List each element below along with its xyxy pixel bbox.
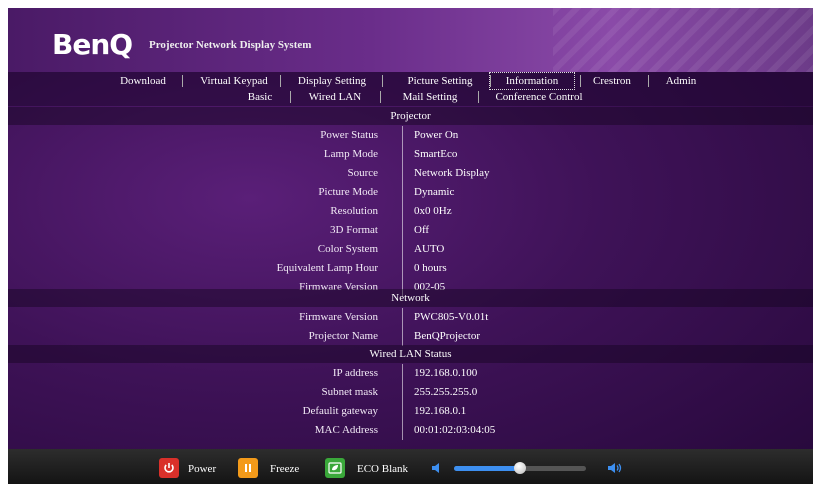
info-value: Network Display <box>414 167 490 179</box>
info-value: BenQProjector <box>414 330 480 342</box>
info-label: MAC Address <box>314 424 378 436</box>
info-label: Power Status <box>320 129 378 141</box>
info-label: Lamp Mode <box>323 148 378 160</box>
info-label: Source <box>347 167 378 179</box>
tab-divider <box>382 75 383 87</box>
tab-divider <box>648 75 649 87</box>
volume-slider[interactable] <box>454 462 586 474</box>
info-value: 192.168.0.100 <box>414 367 478 379</box>
info-label: Firmware Version <box>299 311 378 323</box>
control-bar <box>8 449 813 484</box>
tab-divider <box>580 75 581 87</box>
header-banner: BenQ Projector Network Display System <box>8 8 813 72</box>
info-row: Subnet mask 255.255.255.0 <box>8 383 813 402</box>
section-header-projector: Projector <box>8 107 813 125</box>
eco-blank-label[interactable]: ECO Blank <box>357 463 408 475</box>
subtab-divider <box>478 91 479 103</box>
info-row: Projector Name BenQProjector <box>8 327 813 346</box>
info-row: MAC Address 00:01:02:03:04:05 <box>8 421 813 440</box>
info-label: Subnet mask <box>321 386 378 398</box>
subtab-mail-setting[interactable]: Mail Setting <box>390 90 470 104</box>
app-subtitle: Projector Network Display System <box>149 39 312 51</box>
info-row: Picture Mode Dynamic <box>8 183 813 202</box>
subtab-divider <box>380 91 381 103</box>
info-row: Power Status Power On <box>8 126 813 145</box>
info-label: Projector Name <box>308 330 378 342</box>
eco-blank-icon <box>328 462 342 474</box>
info-label: IP address <box>332 367 378 379</box>
tab-picture-setting[interactable]: Picture Setting <box>396 74 484 88</box>
tab-information[interactable]: Information <box>489 72 575 90</box>
volume-slider-fill <box>454 466 520 471</box>
info-value: 0 hours <box>414 262 447 274</box>
section-header-wired-lan-status: Wired LAN Status <box>8 345 813 363</box>
info-row: Equivalent Lamp Hour 0 hours <box>8 259 813 278</box>
tab-crestron[interactable]: Crestron <box>586 74 638 88</box>
subtab-basic[interactable]: Basic <box>240 90 280 104</box>
tab-divider <box>182 75 183 87</box>
info-value: AUTO <box>414 243 445 255</box>
subtab-wired-lan[interactable]: Wired LAN <box>300 90 370 104</box>
volume-down-icon[interactable] <box>430 461 448 475</box>
info-row: Lamp Mode SmartEco <box>8 145 813 164</box>
tab-admin[interactable]: Admin <box>656 74 706 88</box>
info-label: Defaulit gateway <box>302 405 378 417</box>
tab-divider <box>280 75 281 87</box>
info-row: 3D Format Off <box>8 221 813 240</box>
app-window: BenQ Projector Network Display System Do… <box>8 8 813 484</box>
info-value: SmartEco <box>414 148 458 160</box>
power-label[interactable]: Power <box>188 463 216 475</box>
freeze-label[interactable]: Freeze <box>270 463 299 475</box>
pause-icon <box>245 464 251 472</box>
info-value: 255.255.255.0 <box>414 386 478 398</box>
subtab-conference-control[interactable]: Conference Control <box>484 90 594 104</box>
info-value: 0x0 0Hz <box>414 205 452 217</box>
brand-logo: BenQ <box>52 28 133 61</box>
info-label: Resolution <box>330 205 378 217</box>
info-value: 00:01:02:03:04:05 <box>414 424 496 436</box>
info-value: PWC805-V0.01t <box>414 311 489 323</box>
info-row: IP address 192.168.0.100 <box>8 364 813 383</box>
volume-up-icon[interactable] <box>606 461 624 475</box>
power-icon <box>164 463 174 473</box>
info-row: Color System AUTO <box>8 240 813 259</box>
info-label: Picture Mode <box>318 186 378 198</box>
freeze-button[interactable] <box>238 458 258 478</box>
volume-slider-handle[interactable] <box>514 462 526 474</box>
info-label: 3D Format <box>330 224 378 236</box>
eco-blank-button[interactable] <box>325 458 345 478</box>
subtab-divider <box>290 91 291 103</box>
info-value: Dynamic <box>414 186 455 198</box>
tab-display-setting[interactable]: Display Setting <box>288 74 376 88</box>
info-value: Power On <box>414 129 459 141</box>
info-label: Color System <box>317 243 378 255</box>
info-row: Defaulit gateway 192.168.0.1 <box>8 402 813 421</box>
info-value: 192.168.0.1 <box>414 405 467 417</box>
info-row: Firmware Version PWC805-V0.01t <box>8 308 813 327</box>
info-label: Equivalent Lamp Hour <box>276 262 378 274</box>
info-row: Source Network Display <box>8 164 813 183</box>
info-row: Resolution 0x0 0Hz <box>8 202 813 221</box>
tab-download[interactable]: Download <box>110 74 176 88</box>
info-value: Off <box>414 224 430 236</box>
tab-virtual-keypad[interactable]: Virtual Keypad <box>194 74 274 88</box>
power-button[interactable] <box>159 458 179 478</box>
section-header-network: Network <box>8 289 813 307</box>
